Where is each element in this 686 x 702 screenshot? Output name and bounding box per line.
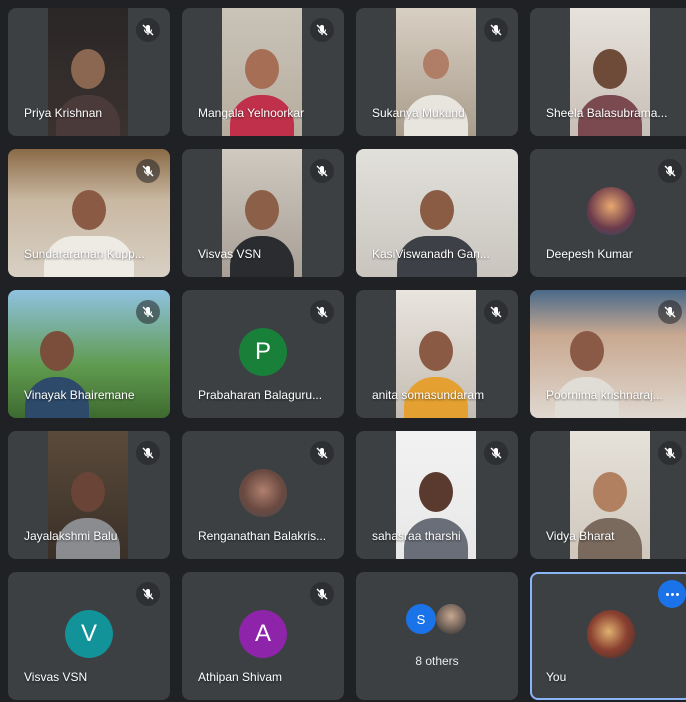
participant-name: anita somasundaram	[372, 388, 485, 402]
others-tile[interactable]: S 8 others	[356, 572, 518, 700]
participant-name: Sukanya Mukund	[372, 106, 465, 120]
participant-tile[interactable]: Vinayak Bhairemane	[8, 290, 170, 418]
participant-tile[interactable]: Sundararaman Kupp...	[8, 149, 170, 277]
participant-name: Deepesh Kumar	[546, 247, 633, 261]
participant-name: Jayalakshmi Balu	[24, 529, 118, 543]
mic-off-icon	[658, 441, 682, 465]
participant-grid: Priya Krishnan Mangala Yelnoorkar Sukany…	[0, 0, 686, 702]
mic-off-icon	[484, 300, 508, 324]
mic-off-icon	[136, 300, 160, 324]
participant-tile[interactable]: A Athipan Shivam	[182, 572, 344, 700]
mic-off-icon	[310, 441, 334, 465]
participant-tile[interactable]: Deepesh Kumar	[530, 149, 686, 277]
participant-name: Athipan Shivam	[198, 670, 283, 684]
participant-tile[interactable]: sahasraa tharshi	[356, 431, 518, 559]
mic-off-icon	[136, 18, 160, 42]
self-tile[interactable]: You	[530, 572, 686, 700]
participant-name: Visvas VSN	[198, 247, 262, 261]
participant-tile[interactable]: Poornima krishnaraj...	[530, 290, 686, 418]
avatar: S	[406, 604, 436, 634]
participant-tile[interactable]: Visvas VSN	[182, 149, 344, 277]
participant-name: Sundararaman Kupp...	[24, 247, 145, 261]
participant-name: Sheela Balasubrama...	[546, 106, 668, 120]
participant-name: Mangala Yelnoorkar	[198, 106, 305, 120]
mic-off-icon	[136, 159, 160, 183]
participant-tile[interactable]: Priya Krishnan	[8, 8, 170, 136]
participant-tile[interactable]: Sheela Balasubrama...	[530, 8, 686, 136]
avatar: A	[239, 610, 287, 658]
participant-tile[interactable]: Vidya Bharat	[530, 431, 686, 559]
participant-tile[interactable]: anita somasundaram	[356, 290, 518, 418]
participant-tile[interactable]: Mangala Yelnoorkar	[182, 8, 344, 136]
participant-name: Renganathan Balakris...	[198, 529, 327, 543]
others-count: 8 others	[415, 654, 459, 668]
mic-off-icon	[658, 300, 682, 324]
avatar	[587, 610, 635, 658]
participant-name: Vidya Bharat	[546, 529, 615, 543]
participant-tile[interactable]: KasiViswanadh Gan...	[356, 149, 518, 277]
participant-tile[interactable]: Jayalakshmi Balu	[8, 431, 170, 559]
participant-name: Visvas VSN	[24, 670, 88, 684]
mic-off-icon	[136, 441, 160, 465]
mic-off-icon	[310, 300, 334, 324]
mic-off-icon	[310, 159, 334, 183]
participant-tile[interactable]: P Prabaharan Balaguru...	[182, 290, 344, 418]
participant-name: Vinayak Bhairemane	[24, 388, 135, 402]
avatar: P	[239, 328, 287, 376]
mic-off-icon	[310, 582, 334, 606]
avatar	[587, 187, 635, 235]
mic-off-icon	[658, 159, 682, 183]
avatar	[436, 604, 466, 634]
participant-name: Poornima krishnaraj...	[546, 388, 663, 402]
mic-off-icon	[484, 18, 508, 42]
participant-tile[interactable]: Renganathan Balakris...	[182, 431, 344, 559]
mic-off-icon	[484, 441, 508, 465]
mic-off-icon	[136, 582, 160, 606]
mic-off-icon	[310, 18, 334, 42]
participant-name: KasiViswanadh Gan...	[372, 247, 490, 261]
participant-tile[interactable]: Sukanya Mukund	[356, 8, 518, 136]
avatar	[239, 469, 287, 517]
participant-name: Priya Krishnan	[24, 106, 103, 120]
participant-tile[interactable]: V Visvas VSN	[8, 572, 170, 700]
more-options-button[interactable]	[658, 580, 686, 608]
avatar: V	[65, 610, 113, 658]
participant-name: You	[546, 670, 567, 684]
participant-name: Prabaharan Balaguru...	[198, 388, 323, 402]
participant-name: sahasraa tharshi	[372, 529, 461, 543]
